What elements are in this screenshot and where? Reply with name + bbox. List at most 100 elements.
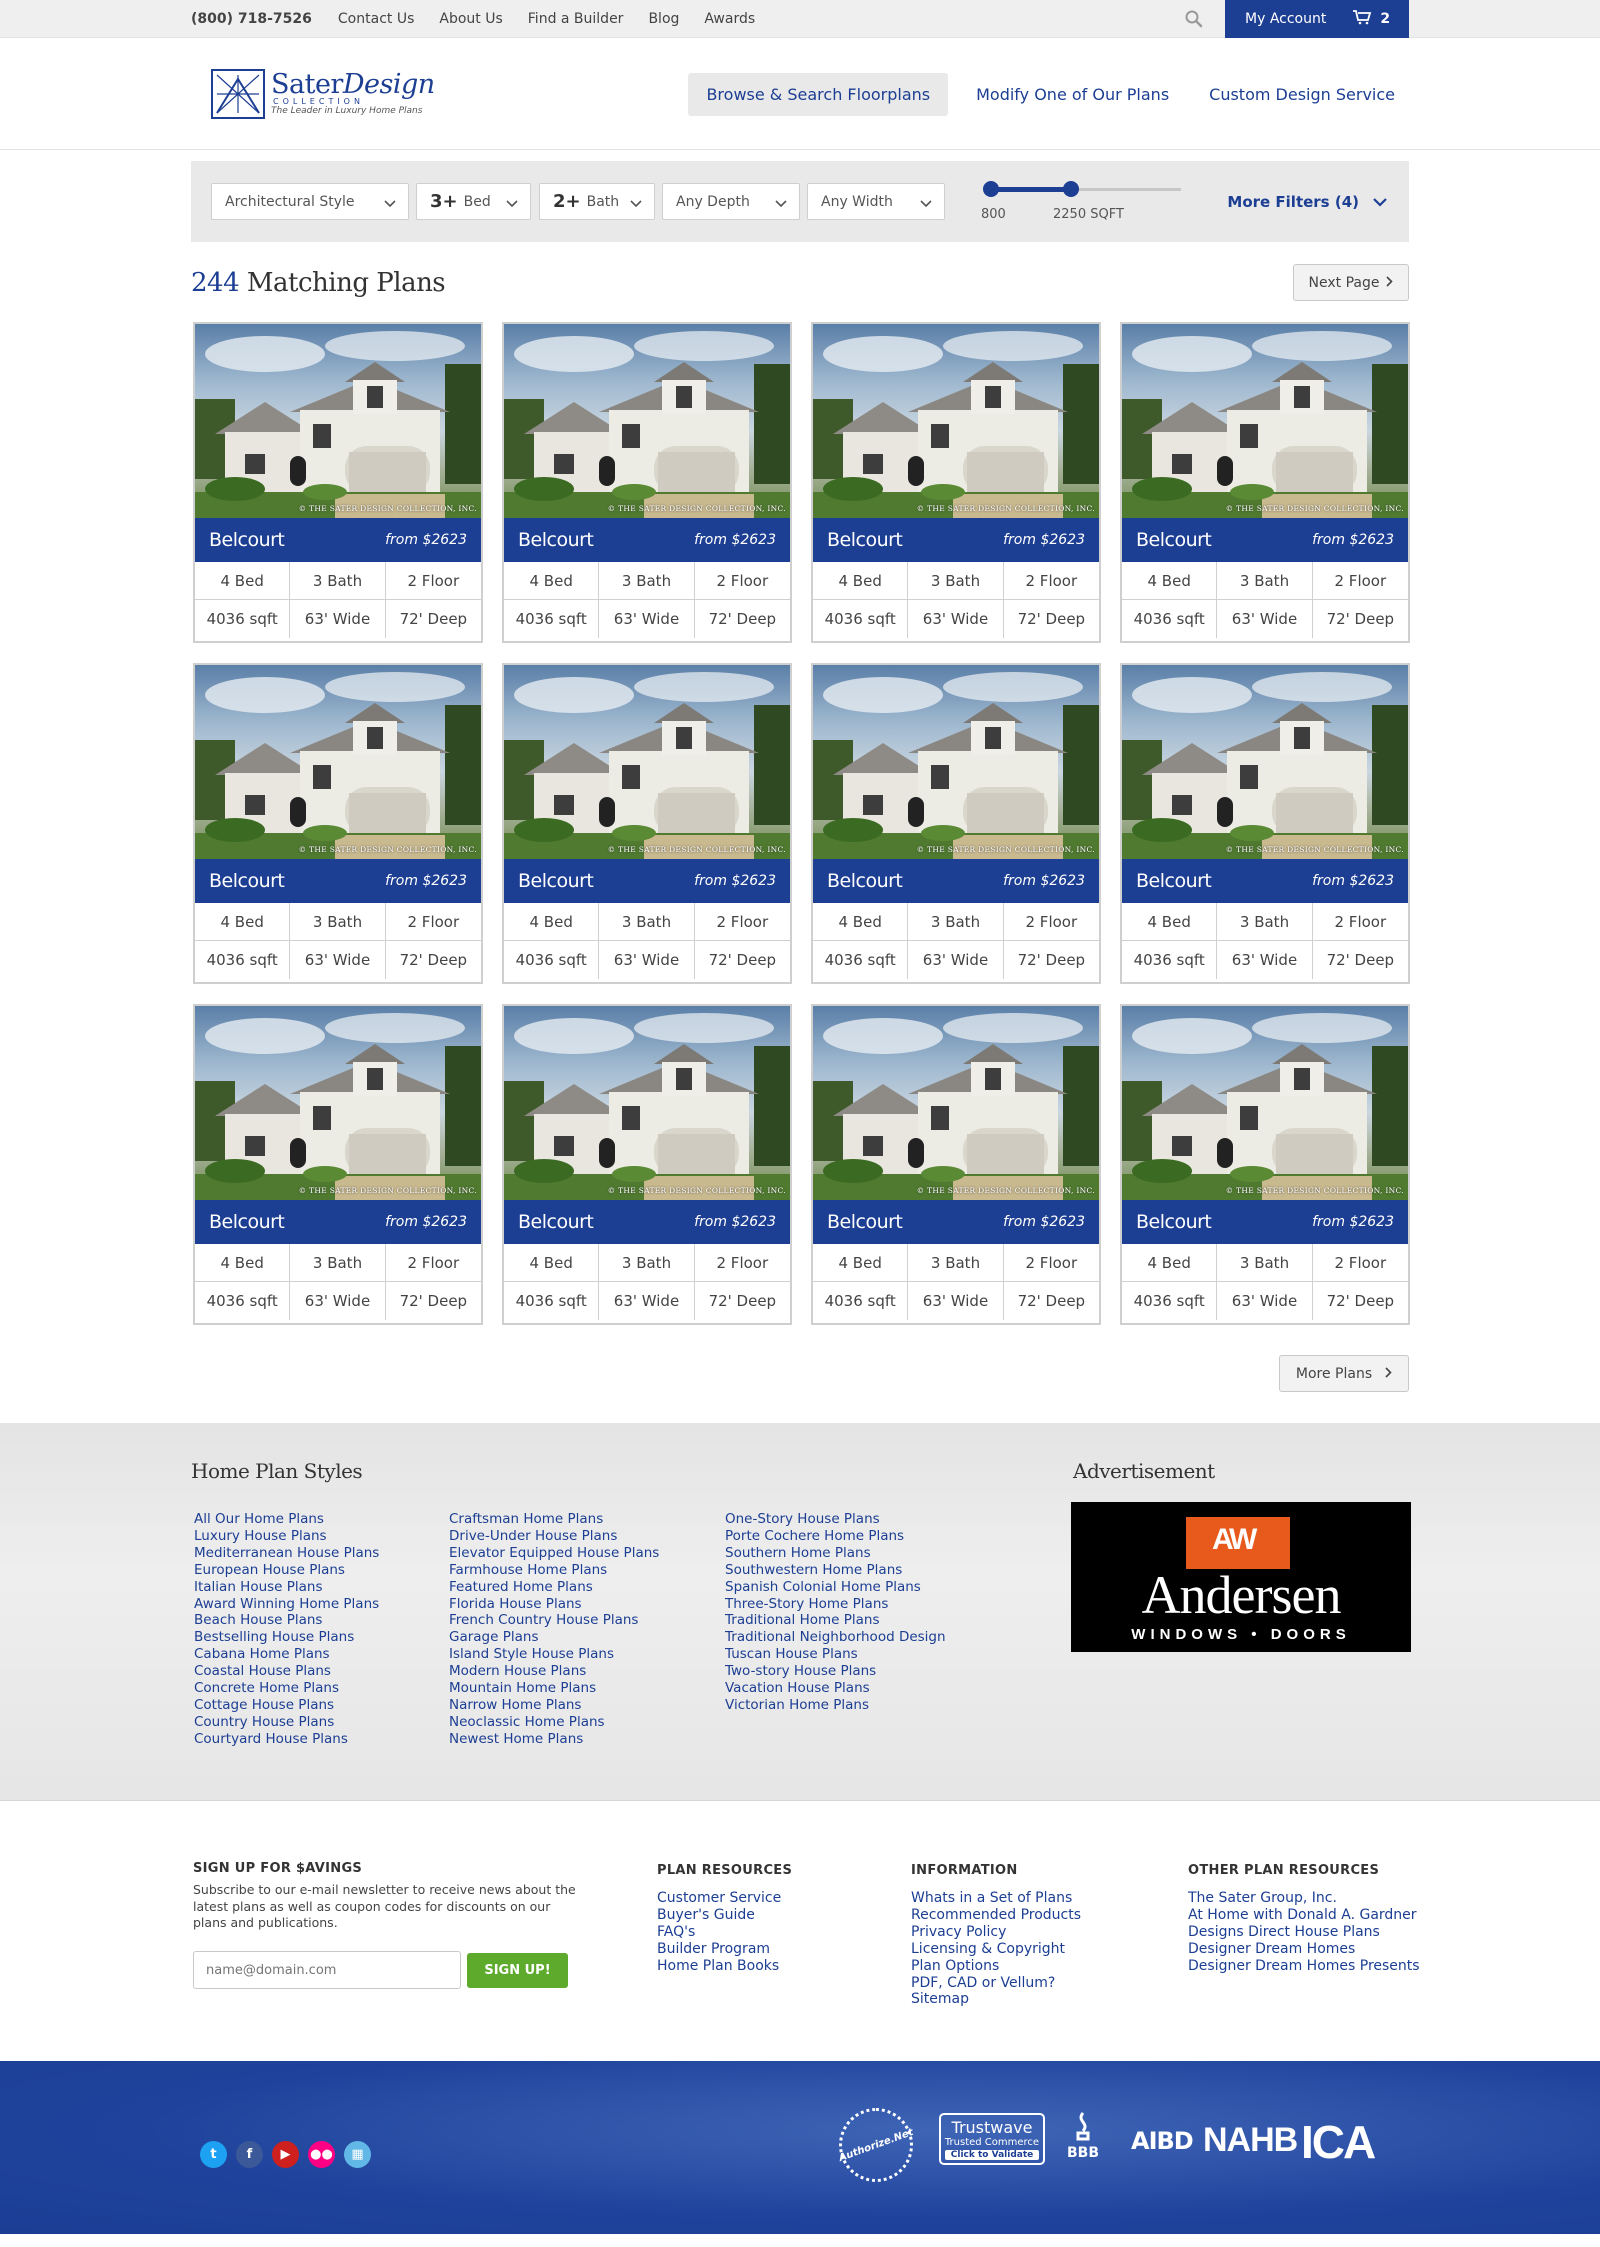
plan-resource-link[interactable]: Buyer's Guide [657,1907,792,1924]
youtube-icon[interactable]: ▶ [272,2141,299,2168]
plan-photo[interactable]: © THE SATER DESIGN COLLECTION, INC. [195,324,481,518]
plan-name[interactable]: Belcourt [1136,870,1212,892]
plan-card[interactable]: © THE SATER DESIGN COLLECTION, INC. Belc… [502,322,792,643]
plan-name[interactable]: Belcourt [827,529,903,551]
signup-button[interactable]: SIGN UP! [467,1953,568,1988]
plan-name[interactable]: Belcourt [518,529,594,551]
architectural-style-select[interactable]: Architectural Style [211,183,409,220]
more-filters-button[interactable]: More Filters (4) [1227,193,1387,211]
plan-photo[interactable]: © THE SATER DESIGN COLLECTION, INC. [504,324,790,518]
style-link[interactable]: Courtyard House Plans [194,1731,379,1748]
style-link[interactable]: Porte Cochere Home Plans [725,1528,946,1545]
plan-photo[interactable]: © THE SATER DESIGN COLLECTION, INC. [1122,1006,1408,1200]
style-link[interactable]: Cabana Home Plans [194,1646,379,1663]
style-link[interactable]: Bestselling House Plans [194,1629,379,1646]
phone-number[interactable]: (800) 718-7526 [191,11,312,27]
style-link[interactable]: Luxury House Plans [194,1528,379,1545]
andersen-ad-banner[interactable]: AW Andersen WINDOWS • DOORS [1071,1502,1411,1652]
nahb-badge[interactable]: NAHB [1203,2121,1298,2160]
top-link-awards[interactable]: Awards [704,11,755,27]
information-link[interactable]: Recommended Products [911,1907,1081,1924]
style-link[interactable]: European House Plans [194,1562,379,1579]
style-link[interactable]: Beach House Plans [194,1612,379,1629]
my-account-link[interactable]: My Account [1245,11,1326,27]
plan-photo[interactable]: © THE SATER DESIGN COLLECTION, INC. [813,1006,1099,1200]
other-resource-link[interactable]: At Home with Donald A. Gardner [1188,1907,1420,1924]
aibd-badge[interactable]: AIBD [1131,2127,1194,2155]
style-link[interactable]: Award Winning Home Plans [194,1596,379,1613]
top-link-contact[interactable]: Contact Us [338,11,414,27]
style-link[interactable]: Traditional Neighborhood Design [725,1629,946,1646]
top-link-find-builder[interactable]: Find a Builder [528,11,624,27]
bbb-badge[interactable]: BBB [1063,2111,1103,2161]
information-link[interactable]: Whats in a Set of Plans [911,1890,1081,1907]
style-link[interactable]: Featured Home Plans [449,1579,659,1596]
bath-select[interactable]: 2+ Bath [539,183,655,220]
plan-resource-link[interactable]: Builder Program [657,1941,792,1958]
plan-resource-link[interactable]: FAQ's [657,1924,792,1941]
style-link[interactable]: Two-story House Plans [725,1663,946,1680]
bed-select[interactable]: 3+ Bed [416,183,531,220]
style-link[interactable]: Farmhouse Home Plans [449,1562,659,1579]
style-link[interactable]: Tuscan House Plans [725,1646,946,1663]
plan-card[interactable]: © THE SATER DESIGN COLLECTION, INC. Belc… [811,1004,1101,1325]
plan-card[interactable]: © THE SATER DESIGN COLLECTION, INC. Belc… [1120,663,1410,984]
nav-browse-floorplans[interactable]: Browse & Search Floorplans [688,72,949,116]
plan-name[interactable]: Belcourt [209,529,285,551]
style-link[interactable]: Island Style House Plans [449,1646,659,1663]
style-link[interactable]: Southern Home Plans [725,1545,946,1562]
style-link[interactable]: Newest Home Plans [449,1731,659,1748]
style-link[interactable]: Country House Plans [194,1714,379,1731]
style-link[interactable]: Cottage House Plans [194,1697,379,1714]
sqft-range-slider[interactable]: 800 2250 SQFT [981,178,1191,228]
plan-photo[interactable]: © THE SATER DESIGN COLLECTION, INC. [1122,665,1408,859]
top-link-about[interactable]: About Us [439,11,502,27]
slider-min-handle[interactable] [983,181,999,197]
authorize-net-badge[interactable]: Authorize.Net [837,2108,915,2182]
plan-photo[interactable]: © THE SATER DESIGN COLLECTION, INC. [504,1006,790,1200]
style-link[interactable]: Elevator Equipped House Plans [449,1545,659,1562]
other-resource-link[interactable]: The Sater Group, Inc. [1188,1890,1420,1907]
plan-card[interactable]: © THE SATER DESIGN COLLECTION, INC. Belc… [502,1004,792,1325]
ica-badge[interactable]: ICA [1301,2115,1376,2169]
top-link-blog[interactable]: Blog [648,11,679,27]
more-plans-button[interactable]: More Plans [1279,1355,1409,1392]
plan-card[interactable]: © THE SATER DESIGN COLLECTION, INC. Belc… [193,1004,483,1325]
flickr-icon[interactable]: ●● [308,2141,335,2168]
other-resource-link[interactable]: Designer Dream Homes Presents [1188,1958,1420,1975]
plan-card[interactable]: © THE SATER DESIGN COLLECTION, INC. Belc… [1120,1004,1410,1325]
plan-resource-link[interactable]: Customer Service [657,1890,792,1907]
plan-name[interactable]: Belcourt [1136,529,1212,551]
plan-name[interactable]: Belcourt [209,870,285,892]
plan-photo[interactable]: © THE SATER DESIGN COLLECTION, INC. [813,324,1099,518]
plan-photo[interactable]: © THE SATER DESIGN COLLECTION, INC. [813,665,1099,859]
plan-card[interactable]: © THE SATER DESIGN COLLECTION, INC. Belc… [193,322,483,643]
depth-select[interactable]: Any Depth [662,183,800,220]
style-link[interactable]: Coastal House Plans [194,1663,379,1680]
style-link[interactable]: Craftsman Home Plans [449,1511,659,1528]
nav-custom-design[interactable]: Custom Design Service [1209,85,1395,104]
style-link[interactable]: Neoclassic Home Plans [449,1714,659,1731]
information-link[interactable]: PDF, CAD or Vellum? [911,1975,1081,1992]
plan-name[interactable]: Belcourt [827,870,903,892]
next-page-button[interactable]: Next Page [1293,264,1409,301]
information-link[interactable]: Sitemap [911,1991,1081,2008]
style-link[interactable]: Three-Story Home Plans [725,1596,946,1613]
style-link[interactable]: All Our Home Plans [194,1511,379,1528]
style-link[interactable]: Florida House Plans [449,1596,659,1613]
plan-card[interactable]: © THE SATER DESIGN COLLECTION, INC. Belc… [193,663,483,984]
slider-max-handle[interactable] [1063,181,1079,197]
facebook-icon[interactable]: f [236,2141,263,2168]
information-link[interactable]: Privacy Policy [911,1924,1081,1941]
style-link[interactable]: One-Story House Plans [725,1511,946,1528]
plan-photo[interactable]: © THE SATER DESIGN COLLECTION, INC. [504,665,790,859]
search-icon[interactable] [1184,9,1204,29]
style-link[interactable]: Narrow Home Plans [449,1697,659,1714]
plan-card[interactable]: © THE SATER DESIGN COLLECTION, INC. Belc… [811,663,1101,984]
newsletter-email-input[interactable] [193,1951,461,1989]
style-link[interactable]: Modern House Plans [449,1663,659,1680]
style-link[interactable]: Traditional Home Plans [725,1612,946,1629]
information-link[interactable]: Plan Options [911,1958,1081,1975]
width-select[interactable]: Any Width [807,183,945,220]
style-link[interactable]: Italian House Plans [194,1579,379,1596]
